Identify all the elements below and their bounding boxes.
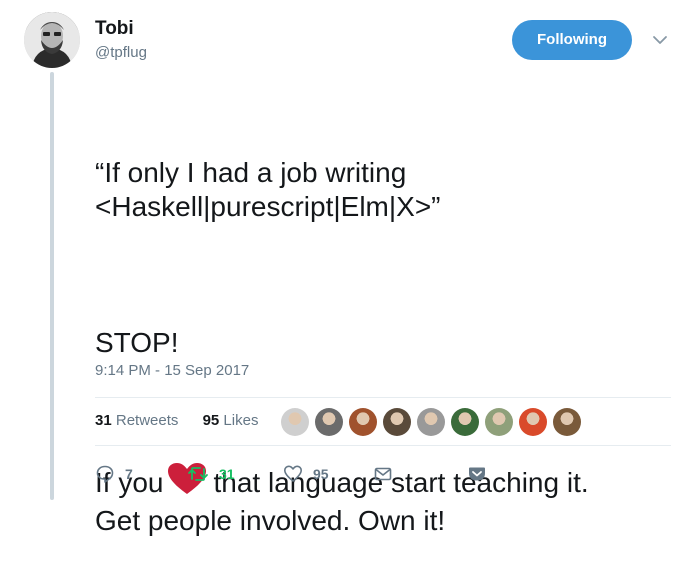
retweet-count: 31	[219, 466, 235, 482]
likes-count: 95	[202, 412, 220, 429]
liker-avatar[interactable]	[281, 408, 309, 436]
liker-avatars	[281, 408, 587, 436]
pocket-button[interactable]	[467, 464, 487, 484]
liker-avatar[interactable]	[485, 408, 513, 436]
liker-avatar[interactable]	[553, 408, 581, 436]
retweets-stat[interactable]: 31 Retweets	[95, 412, 188, 429]
retweet-icon	[187, 464, 209, 484]
tweet-line: Get people involved. Own it!	[95, 505, 446, 536]
direct-message-button[interactable]	[373, 464, 393, 484]
like-count: 95	[313, 466, 329, 482]
tweet-paragraph-quote: “If only I had a job writing <Haskell|pur…	[95, 156, 675, 224]
reply-count: 7	[125, 466, 133, 482]
pocket-icon	[467, 464, 487, 484]
divider	[95, 445, 671, 446]
tweet-timestamp[interactable]: 9:14 PM - 15 Sep 2017	[95, 362, 249, 379]
tweet-text: “If only I had a job writing <Haskell|pur…	[95, 88, 675, 572]
liker-avatar[interactable]	[383, 408, 411, 436]
likes-stat[interactable]: 95 Likes	[203, 412, 269, 429]
reply-icon	[95, 464, 115, 484]
chevron-down-icon[interactable]	[650, 30, 670, 50]
reply-button[interactable]: 7	[95, 464, 133, 484]
author-name[interactable]: Tobi	[95, 18, 134, 40]
retweet-button[interactable]: 31	[187, 464, 235, 484]
avatar[interactable]	[24, 12, 80, 68]
like-button[interactable]: 95	[283, 464, 329, 484]
liker-avatar[interactable]	[519, 408, 547, 436]
heart-outline-icon	[283, 464, 303, 484]
tweet-line: <Haskell|purescript|Elm|X>”	[95, 191, 441, 222]
likes-label: Likes	[223, 412, 259, 429]
tweet-line: “If only I had a job writing	[95, 157, 407, 188]
thread-line	[50, 72, 54, 500]
following-button[interactable]: Following	[512, 20, 632, 60]
retweets-count: 31	[95, 412, 112, 429]
author-handle[interactable]: @tpflug	[95, 44, 147, 61]
engagement-stats: 31 Retweets 95 Likes	[95, 412, 278, 429]
divider	[95, 397, 671, 398]
liker-avatar[interactable]	[315, 408, 343, 436]
liker-avatar[interactable]	[349, 408, 377, 436]
liker-avatar[interactable]	[451, 408, 479, 436]
tweet-paragraph-stop: STOP!	[95, 327, 179, 358]
retweets-label: Retweets	[115, 412, 179, 429]
tweet-line: that language start teaching it.	[213, 467, 589, 498]
envelope-icon	[373, 464, 393, 484]
liker-avatar[interactable]	[417, 408, 445, 436]
